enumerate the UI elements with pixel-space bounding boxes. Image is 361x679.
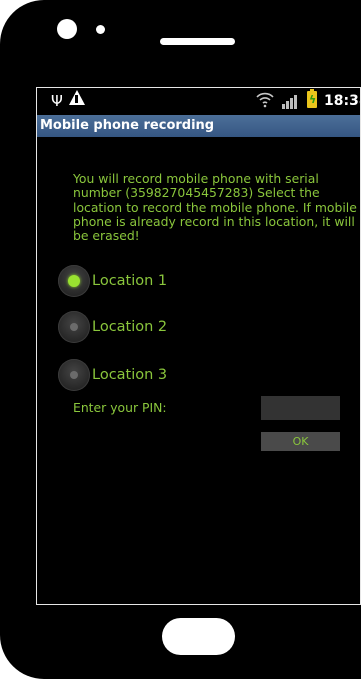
status-bar: Ψ ϟ 18:38 — [37, 88, 360, 115]
location-label: Location 3 — [92, 367, 168, 383]
warning-mark — [75, 95, 78, 103]
app-title: Mobile phone recording — [40, 118, 215, 133]
location-label: Location 1 — [92, 273, 168, 289]
radio-checked-icon[interactable] — [58, 265, 90, 297]
ok-button[interactable]: OK — [261, 432, 340, 451]
location-option-2[interactable]: Location 2 — [58, 311, 258, 345]
pin-label: Enter your PIN: — [73, 400, 167, 415]
signal-icon — [282, 93, 300, 109]
battery-icon: ϟ — [307, 89, 317, 108]
location-label: Location 2 — [92, 319, 168, 335]
status-time: 18:38 — [324, 93, 360, 109]
app-title-bar: Mobile phone recording — [37, 115, 360, 137]
proximity-sensor-icon — [96, 25, 105, 34]
earpiece-speaker — [160, 38, 235, 45]
usb-icon: Ψ — [51, 92, 63, 110]
home-button[interactable] — [162, 618, 235, 655]
front-camera-icon — [57, 19, 77, 39]
pin-input[interactable] — [261, 396, 340, 420]
phone-frame: Ψ ϟ 18:38 Mobile phone recording You wil… — [0, 0, 361, 679]
device-screen: Ψ ϟ 18:38 Mobile phone recording You wil… — [36, 87, 361, 605]
radio-unchecked-icon[interactable] — [58, 311, 90, 343]
wifi-icon — [256, 92, 274, 108]
record-message: You will record mobile phone with serial… — [73, 171, 357, 244]
radio-unchecked-icon[interactable] — [58, 359, 90, 391]
location-option-1[interactable]: Location 1 — [58, 265, 258, 299]
location-option-3[interactable]: Location 3 — [58, 359, 258, 393]
